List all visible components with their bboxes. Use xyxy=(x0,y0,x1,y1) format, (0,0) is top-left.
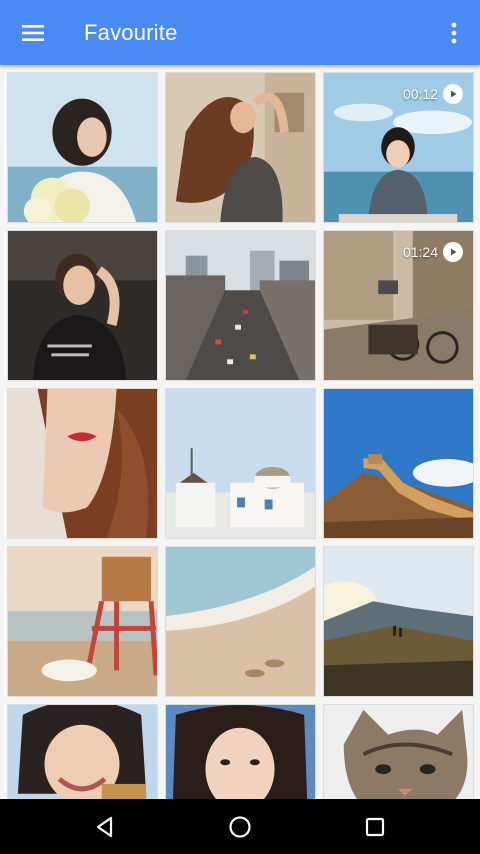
media-tile-3[interactable]: 00:12 xyxy=(323,72,474,223)
media-tile-11[interactable] xyxy=(165,546,316,697)
back-triangle-icon xyxy=(96,816,113,838)
media-tile-7[interactable] xyxy=(7,388,158,539)
media-tile-9[interactable] xyxy=(323,388,474,539)
woman-closeup-red-lips-photo xyxy=(8,389,157,538)
system-navigation-bar xyxy=(0,799,480,854)
app-bar: Favourite xyxy=(0,0,480,65)
girl-with-flowers-photo xyxy=(8,73,157,222)
media-tile-14[interactable] xyxy=(165,704,316,799)
play-icon xyxy=(443,84,463,104)
overflow-menu-button[interactable] xyxy=(436,10,472,56)
media-tile-15[interactable] xyxy=(323,704,474,799)
smiling-girl-photo xyxy=(8,705,157,799)
white-village-windmill-photo xyxy=(166,389,315,538)
woman-hair-blowing-photo xyxy=(166,73,315,222)
home-button[interactable] xyxy=(220,807,260,847)
media-grid: 00:12 01:24 xyxy=(0,65,480,799)
recents-button[interactable] xyxy=(355,807,395,847)
video-duration-badge: 00:12 xyxy=(403,83,463,105)
more-vert-icon xyxy=(451,22,457,44)
media-tile-13[interactable] xyxy=(7,704,158,799)
video-duration: 00:12 xyxy=(402,86,438,102)
media-tile-8[interactable] xyxy=(165,388,316,539)
media-tile-12[interactable] xyxy=(323,546,474,697)
lifeguard-tower-beach-photo xyxy=(8,547,157,696)
page-title: Favourite xyxy=(84,20,178,45)
media-tile-6[interactable]: 01:24 xyxy=(323,230,474,381)
media-tile-2[interactable] xyxy=(165,72,316,223)
video-duration: 01:24 xyxy=(402,244,438,260)
media-tile-4[interactable] xyxy=(7,230,158,381)
great-wall-photo xyxy=(324,389,473,538)
back-button[interactable] xyxy=(85,807,125,847)
media-tile-10[interactable] xyxy=(7,546,158,697)
kitten-photo xyxy=(324,705,473,799)
video-duration-badge: 01:24 xyxy=(403,241,463,263)
media-tile-1[interactable] xyxy=(7,72,158,223)
footprints-on-beach-photo xyxy=(166,547,315,696)
girl-portrait-photo xyxy=(166,705,315,799)
woman-portrait-photo xyxy=(8,231,157,380)
play-icon xyxy=(443,242,463,262)
recents-square-icon xyxy=(365,817,385,837)
city-street-aerial-photo xyxy=(166,231,315,380)
mountain-sunset-hikers-photo xyxy=(324,547,473,696)
hamburger-menu-icon xyxy=(22,25,44,41)
home-circle-icon xyxy=(229,816,251,838)
media-tile-5[interactable] xyxy=(165,230,316,381)
menu-button[interactable] xyxy=(10,10,56,56)
